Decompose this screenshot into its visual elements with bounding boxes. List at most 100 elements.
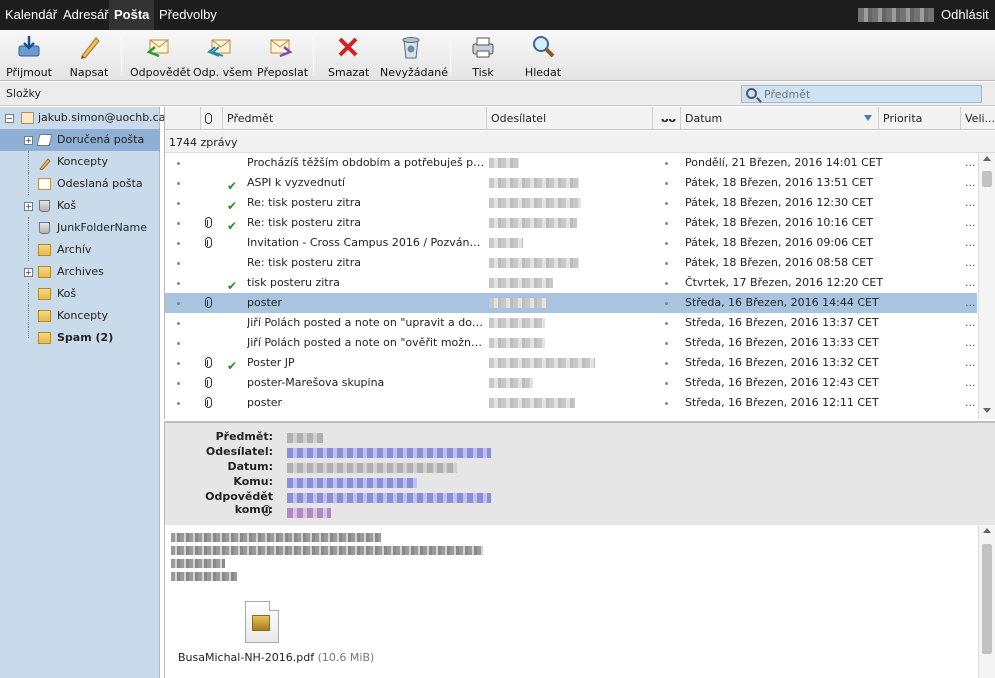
message-subject: ASPI k vyzvednutí (247, 176, 346, 189)
folder-trash[interactable]: + Koš (0, 195, 160, 217)
sender-value-redacted[interactable] (287, 448, 491, 458)
folder-archive[interactable]: Archív (0, 239, 160, 261)
folder-drafts-2[interactable]: Koncepty (0, 305, 160, 327)
column-date[interactable]: Datum (681, 107, 879, 130)
message-row[interactable]: poster-Marešova skupina Středa, 16 Březe… (165, 373, 977, 393)
status-dot (177, 342, 180, 345)
message-row[interactable]: ✔ Re: tisk posteru zitra Pátek, 18 Březe… (165, 193, 977, 213)
scroll-up-icon[interactable] (983, 528, 991, 533)
message-row[interactable]: Jiří Polách posted a note on "upravit a … (165, 313, 977, 333)
message-size: ... (965, 356, 976, 369)
reply-button[interactable]: Odpovědět (130, 32, 191, 79)
message-size: ... (965, 156, 976, 169)
message-subject: Invitation - Cross Campus 2016 / Pozvánk… (247, 236, 485, 249)
status-dot (177, 282, 180, 285)
folder-tree: − jakub.simon@uochb.cas. + Doručená pošt… (0, 107, 175, 678)
message-row[interactable]: ✔ Re: tisk posteru zitra Pátek, 18 Březe… (165, 213, 977, 233)
message-row[interactable]: Jiří Polách posted a note on "ověřit mož… (165, 333, 977, 353)
logout-link[interactable]: Odhlásit (941, 0, 989, 30)
status-dot (177, 242, 180, 245)
column-priority[interactable]: Priorita (879, 107, 961, 130)
sender-redacted (489, 158, 519, 168)
collapse-icon[interactable]: − (5, 114, 14, 123)
forward-button[interactable]: Přeposlat (257, 32, 308, 79)
message-date: Středa, 16 Březen, 2016 13:37 CET (685, 316, 879, 329)
message-row[interactable]: ✔ ASPI k vyzvednutí Pátek, 18 Březen, 20… (165, 173, 977, 193)
message-row[interactable]: Procházíš těžším obdobím a potřebuješ po… (165, 153, 977, 173)
paperclip-icon (263, 505, 270, 516)
attachment-link-redacted[interactable] (287, 508, 331, 518)
folder-icon (38, 244, 51, 256)
message-row[interactable]: Invitation - Cross Campus 2016 / Pozvánk… (165, 233, 977, 253)
column-thread[interactable]: ᴗᴗ (653, 107, 681, 130)
paperclip-icon (205, 237, 212, 248)
pencil-icon (76, 34, 102, 60)
message-list-scrollbar[interactable] (978, 153, 995, 419)
nav-calendar[interactable]: Kalendář (0, 0, 62, 30)
to-value-redacted[interactable] (287, 478, 417, 488)
scroll-thumb[interactable] (982, 544, 992, 654)
print-button[interactable]: Tisk (466, 32, 500, 79)
attachment-file[interactable] (243, 601, 283, 645)
to-label: Komu: (233, 475, 273, 488)
search-input[interactable] (764, 87, 974, 101)
compose-button[interactable]: Napsat (68, 32, 110, 79)
folder-archives[interactable]: + Archives (0, 261, 160, 283)
expand-icon[interactable]: + (24, 136, 33, 145)
account-root[interactable]: − jakub.simon@uochb.cas. (0, 107, 175, 129)
scroll-down-icon[interactable] (983, 408, 991, 413)
folder-spam[interactable]: Spam (2) (0, 327, 160, 349)
message-date: Pondělí, 21 Březen, 2016 14:01 CET (685, 156, 883, 169)
nav-addressbook[interactable]: Adresář (58, 0, 114, 30)
status-dot (177, 262, 180, 265)
column-attachment[interactable] (201, 107, 223, 130)
folder-drafts[interactable]: Koncepty (0, 151, 160, 173)
folder-junk[interactable]: JunkFolderName (0, 217, 160, 239)
column-status[interactable] (165, 107, 201, 130)
folder-trash-2[interactable]: Koš (0, 283, 160, 305)
status-dot (177, 202, 180, 205)
junk-button[interactable]: Nevyžádané (380, 32, 448, 79)
column-subject[interactable]: Předmět (223, 107, 487, 130)
folder-inbox[interactable]: + Doručená pošta (0, 129, 160, 151)
image-thumbnail-icon (252, 615, 270, 631)
paperclip-icon (205, 397, 212, 408)
reply-icon (145, 34, 171, 60)
nav-settings[interactable]: Předvolby (154, 0, 222, 30)
receive-icon (16, 34, 42, 60)
status-dot (177, 222, 180, 225)
reply-to-value-redacted[interactable] (287, 493, 491, 503)
sender-redacted (489, 378, 533, 388)
scroll-up-icon[interactable] (983, 156, 991, 161)
message-row-selected[interactable]: poster Středa, 16 Březen, 2016 14:44 CET… (165, 293, 977, 313)
sent-mail-icon (38, 178, 51, 190)
body-scrollbar[interactable] (978, 525, 995, 678)
search-box[interactable] (741, 85, 982, 103)
search-button[interactable]: Hledat (523, 32, 563, 79)
attachment-caption[interactable]: BusaMichal-NH-2016.pdf (10.6 MiB) (178, 651, 374, 664)
sender-redacted (489, 358, 595, 368)
column-size[interactable]: Veli... (961, 107, 995, 130)
expand-icon[interactable]: + (24, 268, 33, 277)
message-size: ... (965, 236, 976, 249)
column-sender[interactable]: Odesílatel (487, 107, 653, 130)
scroll-thumb[interactable] (982, 171, 992, 187)
message-row[interactable]: Re: tisk posteru zitra Pátek, 18 Březen,… (165, 253, 977, 273)
expand-icon[interactable]: + (24, 202, 33, 211)
message-row[interactable]: ✔ Poster JP Středa, 16 Březen, 2016 13:3… (165, 353, 977, 373)
folder-sent[interactable]: Odeslaná pošta (0, 173, 160, 195)
thread-dot (665, 342, 668, 345)
message-row[interactable]: poster Středa, 16 Březen, 2016 12:11 CET… (165, 393, 977, 413)
receive-button[interactable]: Přijmout (6, 32, 52, 79)
nav-mail[interactable]: Pošta (109, 0, 155, 30)
folder-label: Spam (2) (57, 331, 114, 344)
attachment-size: (10.6 MiB) (317, 651, 375, 664)
folders-title: Složky (6, 87, 42, 100)
message-size: ... (965, 396, 976, 409)
message-row[interactable]: ✔ tisk posteru zitra Čtvrtek, 17 Březen,… (165, 273, 977, 293)
folder-label: Doručená pošta (57, 133, 145, 146)
message-date: Středa, 16 Březen, 2016 13:33 CET (685, 336, 879, 349)
reply-all-button[interactable]: Odp. všem (193, 32, 252, 79)
delete-button[interactable]: Smazat (328, 32, 369, 79)
message-date: Pátek, 18 Březen, 2016 13:51 CET (685, 176, 873, 189)
